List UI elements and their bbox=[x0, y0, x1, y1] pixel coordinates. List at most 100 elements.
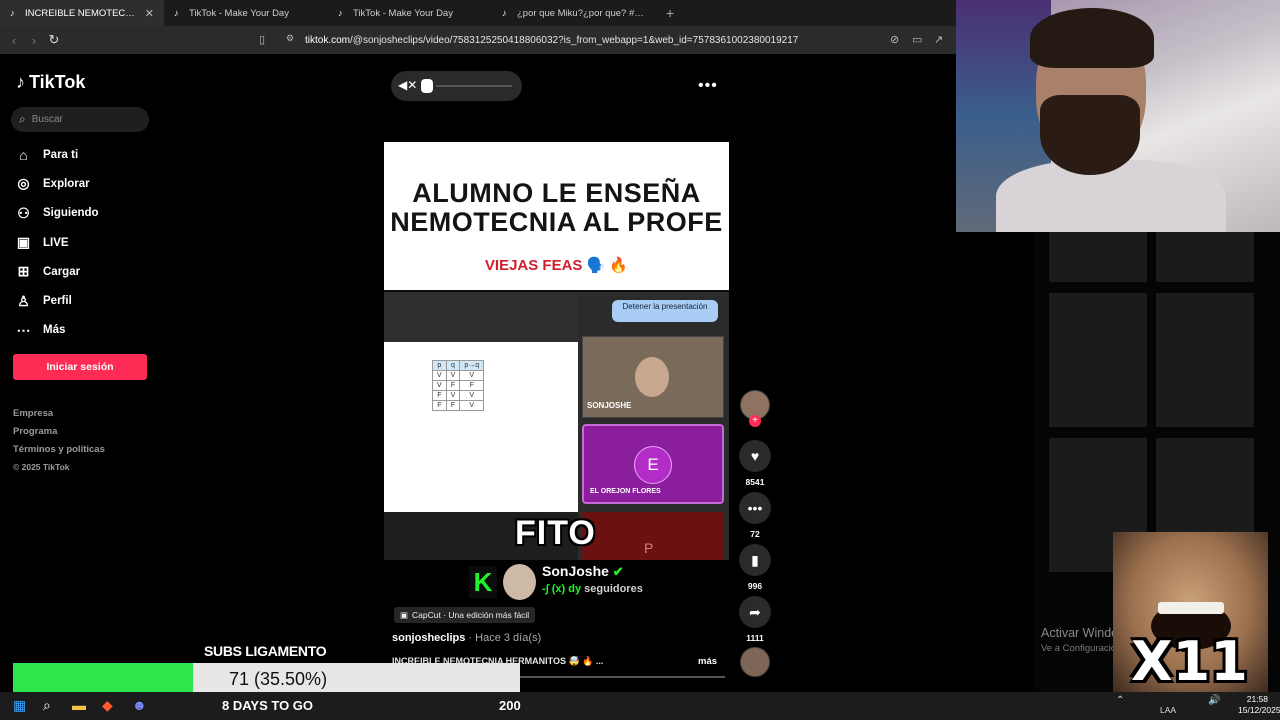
tiktok-logo-icon: ♪ bbox=[16, 72, 25, 92]
streamer-beard bbox=[1040, 95, 1140, 175]
sidebar-item-label: LIVE bbox=[43, 236, 69, 249]
participant-cam-label: SONJOSHE bbox=[587, 401, 632, 410]
sidebar-item-explorar[interactable]: ◎ Explorar bbox=[16, 169, 99, 198]
table-row: FVV bbox=[432, 390, 485, 401]
url-field[interactable]: tiktok.com/@sonjosheclips/video/75831252… bbox=[305, 35, 798, 46]
tab-tiktok-3[interactable]: ♪ TikTok - Make Your Day bbox=[328, 0, 492, 26]
volume-icon[interactable]: 🔊 bbox=[1208, 695, 1220, 706]
meme-text: X11 bbox=[1131, 630, 1248, 692]
streamer-name-text: SonJoshe bbox=[542, 563, 609, 579]
video-thumbnail[interactable] bbox=[1156, 232, 1254, 282]
search-input[interactable] bbox=[31, 114, 132, 125]
table-row: VFF bbox=[432, 380, 485, 391]
share-icon[interactable]: ↗ bbox=[934, 33, 943, 46]
participant-tile-2: P bbox=[582, 512, 724, 560]
sidebar-nav: ⌂ Para ti ◎ Explorar ⚇ Siguiendo ▣ LIVE ⊞ Car… bbox=[16, 140, 99, 345]
bookmark-icon[interactable]: ▮ bbox=[739, 544, 771, 576]
sidebar-item-mas[interactable]: ⋯ Más bbox=[16, 316, 99, 345]
comment-action[interactable]: ••• 72 bbox=[739, 492, 771, 539]
table-cell: V bbox=[459, 370, 485, 381]
tiktok-favicon-icon: ♪ bbox=[338, 7, 343, 18]
video-subtitle: VIEJAS FEAS 🗣️ 🔥 bbox=[484, 257, 629, 274]
sidebar-item-live[interactable]: ▣ LIVE bbox=[16, 228, 99, 257]
tab-label: ¿por que Miku?¿por que? #Chibido bbox=[517, 7, 646, 19]
tiktok-favicon-icon: ♪ bbox=[10, 7, 15, 18]
mute-icon[interactable]: ◀✕ bbox=[398, 78, 417, 92]
search-box[interactable]: ⌕ bbox=[11, 107, 149, 132]
language-indicator[interactable]: LAA bbox=[1160, 705, 1176, 715]
sidebar-item-cargar[interactable]: ⊞ Cargar bbox=[16, 257, 99, 286]
cast-icon[interactable]: ▭ bbox=[912, 33, 922, 46]
footer-link-programa[interactable]: Programa bbox=[13, 426, 105, 444]
table-cell: F bbox=[445, 380, 461, 391]
file-explorer-icon[interactable]: ▬ bbox=[72, 697, 86, 713]
share-arrow-icon[interactable]: ➦ bbox=[739, 596, 771, 628]
video-thumbnail[interactable] bbox=[1156, 293, 1254, 427]
table-header: p→q bbox=[459, 360, 485, 371]
sidebar-item-para-ti[interactable]: ⌂ Para ti bbox=[16, 140, 99, 169]
video-player[interactable]: ALUMNO LE ENSEÑA NEMOTECNIA AL PROFE VIE… bbox=[384, 142, 729, 560]
laughing-meme: X11 bbox=[1113, 532, 1268, 692]
author-name: sonjosheclips bbox=[392, 632, 466, 644]
tiktok-logo[interactable]: ♪ TikTok bbox=[16, 72, 85, 93]
capcut-badge[interactable]: ▣ CapCut · Una edición más fácil bbox=[394, 607, 536, 623]
table-cell: V bbox=[432, 370, 447, 381]
activate-windows-subtitle: Ve a Configuración bbox=[1041, 643, 1122, 654]
like-action[interactable]: ♥ 8541 bbox=[739, 440, 771, 487]
post-time: · Hace 3 día(s) bbox=[465, 632, 542, 644]
table-cell: F bbox=[432, 390, 447, 401]
save-action[interactable]: ▮ 996 bbox=[739, 544, 771, 591]
heart-icon[interactable]: ♥ bbox=[739, 440, 771, 472]
clock-date: 15/12/2025 bbox=[1238, 705, 1280, 715]
sidebar-item-label: Para ti bbox=[43, 148, 79, 161]
sidebar-item-perfil[interactable]: ♙ Perfil bbox=[16, 286, 99, 315]
reload-icon[interactable]: ↻ bbox=[44, 32, 64, 48]
participant-name: EL OREJON FLORES bbox=[590, 488, 661, 495]
widgets-icon[interactable]: ▦ bbox=[13, 697, 26, 714]
video-thumbnail[interactable] bbox=[1049, 232, 1147, 282]
brave-browser-icon[interactable]: ◆ bbox=[102, 697, 113, 714]
forward-icon[interactable]: › bbox=[24, 33, 44, 48]
followers-formula: -∫ (x) dy bbox=[542, 583, 582, 595]
tab-label: TikTok - Make Your Day bbox=[189, 7, 289, 19]
clock-time: 21:58 bbox=[1246, 694, 1268, 704]
footer-link-terminos[interactable]: Términos y políticas bbox=[13, 444, 105, 462]
share-action[interactable]: ➦ 1111 bbox=[739, 596, 771, 643]
discord-icon[interactable]: ☻ bbox=[132, 697, 147, 713]
post-author[interactable]: sonjosheclips · Hace 3 día(s) bbox=[392, 632, 541, 644]
copyright: © 2025 TikTok bbox=[13, 462, 70, 472]
volume-slider-handle[interactable] bbox=[421, 79, 433, 93]
sidebar-item-label: Perfil bbox=[43, 295, 72, 308]
login-button[interactable]: Iniciar sesión bbox=[13, 354, 147, 380]
tracking-off-icon[interactable]: ⊘ bbox=[890, 33, 899, 46]
like-count: 8541 bbox=[745, 477, 765, 487]
follow-plus-icon[interactable]: + bbox=[749, 415, 761, 427]
tab-tiktok-4[interactable]: ♪ ¿por que Miku?¿por que? #Chibido bbox=[492, 0, 656, 26]
close-tab-icon[interactable]: ✕ bbox=[145, 7, 154, 20]
stop-presentation-button: Detener la presentación bbox=[612, 300, 718, 322]
chevron-up-icon[interactable]: ⌃ bbox=[1116, 695, 1124, 706]
video-thumbnail[interactable] bbox=[1049, 293, 1147, 427]
volume-slider-track[interactable] bbox=[436, 85, 512, 87]
new-tab-button[interactable]: + bbox=[656, 5, 684, 21]
back-icon[interactable]: ‹ bbox=[4, 33, 24, 48]
streamer-avatar bbox=[503, 564, 536, 600]
sidebar-item-siguiendo[interactable]: ⚇ Siguiendo bbox=[16, 199, 98, 228]
more-options-icon[interactable]: ••• bbox=[698, 77, 718, 95]
comment-icon[interactable]: ••• bbox=[739, 492, 771, 524]
more-caption-button[interactable]: más bbox=[698, 656, 717, 667]
tab-label: TikTok - Make Your Day bbox=[353, 7, 453, 19]
participant-tile: E EL OREJON FLORES bbox=[582, 424, 724, 504]
search-icon[interactable]: ⌕ bbox=[43, 697, 51, 714]
sound-avatar[interactable] bbox=[740, 647, 770, 677]
bookmark-icon[interactable]: ▯ bbox=[259, 33, 265, 46]
footer-link-empresa[interactable]: Empresa bbox=[13, 408, 105, 426]
site-info-icon[interactable]: ⚙ bbox=[286, 33, 294, 44]
meeting-participants-panel: Detener la presentación SONJOSHE E EL OR… bbox=[578, 292, 729, 560]
tab-tiktok-video[interactable]: ♪ INCREIBLE NEMOTECNIA HERMA ✕ bbox=[0, 0, 164, 26]
streamer-hair bbox=[1030, 8, 1154, 68]
taskbar-clock[interactable]: 21:58 15/12/2025 bbox=[1238, 694, 1280, 716]
tab-tiktok-2[interactable]: ♪ TikTok - Make Your Day bbox=[164, 0, 328, 26]
table-header: p bbox=[432, 360, 447, 371]
participant-avatar-2: P bbox=[644, 540, 654, 556]
